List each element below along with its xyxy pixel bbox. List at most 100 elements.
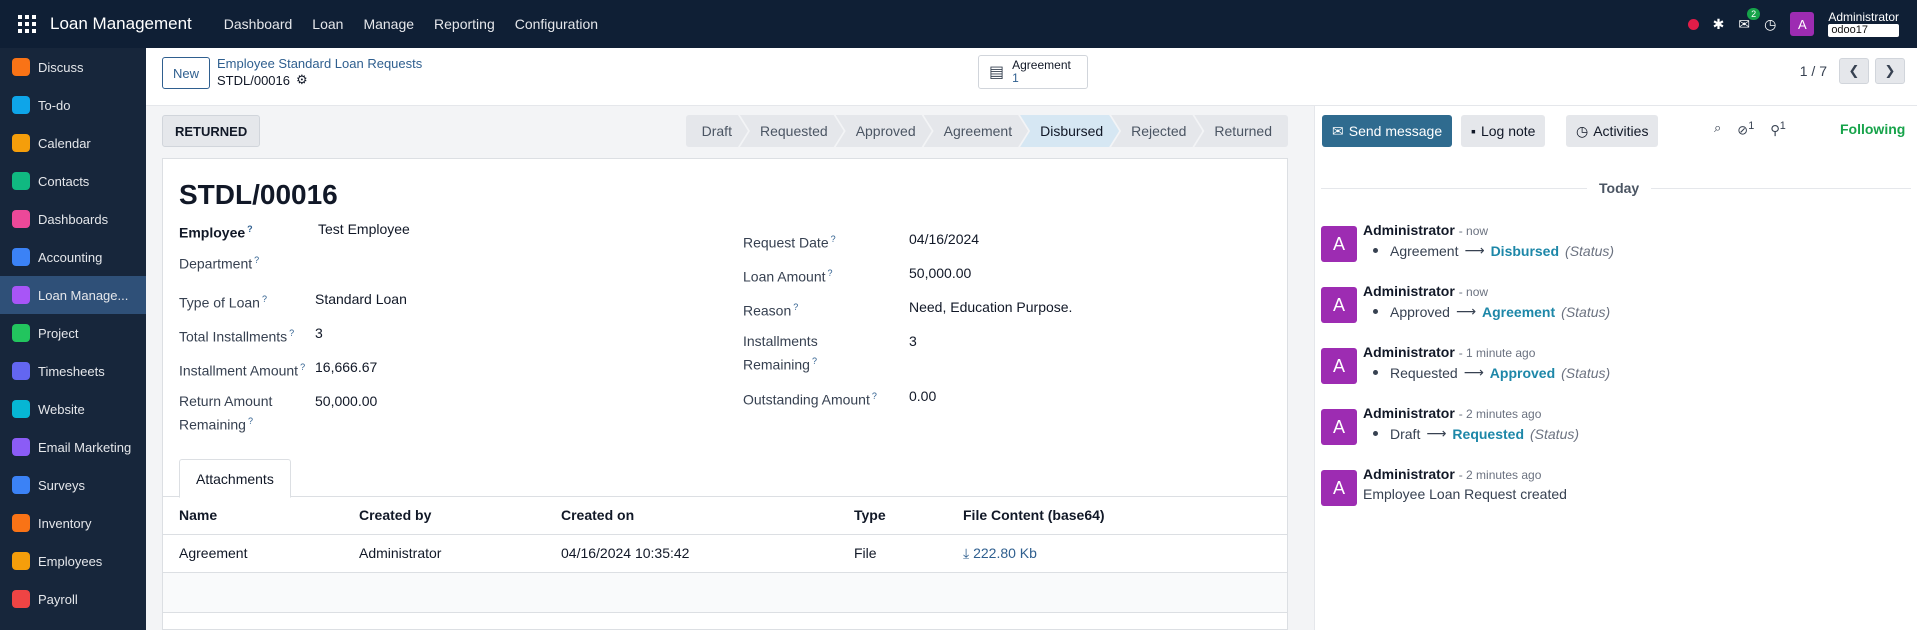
- menu-manage[interactable]: Manage: [353, 16, 424, 32]
- help-icon[interactable]: ?: [828, 268, 833, 278]
- author-avatar[interactable]: A: [1321, 287, 1357, 323]
- help-icon[interactable]: ?: [300, 362, 305, 372]
- menu-configuration[interactable]: Configuration: [505, 16, 608, 32]
- sidebar-item[interactable]: Website: [0, 390, 146, 428]
- tracked-field: (Status): [1561, 364, 1611, 381]
- help-icon[interactable]: ?: [793, 302, 798, 312]
- author-name[interactable]: Administrator: [1363, 344, 1455, 360]
- reason-value[interactable]: Need, Education Purpose.: [909, 297, 1072, 317]
- sidebar-item[interactable]: Loan Manage...: [0, 276, 146, 314]
- paperclip-icon[interactable]: ⊘1: [1737, 120, 1754, 138]
- stage-returned[interactable]: Returned: [1194, 115, 1288, 147]
- help-icon[interactable]: ?: [254, 255, 259, 265]
- app-grid-icon[interactable]: [18, 15, 36, 33]
- chat-icon[interactable]: ✉ 2: [1738, 7, 1761, 33]
- sidebar-item[interactable]: Surveys: [0, 466, 146, 504]
- help-icon[interactable]: ?: [247, 224, 253, 234]
- sidebar-item[interactable]: Timesheets: [0, 352, 146, 390]
- loan-amount-value[interactable]: 50,000.00: [909, 263, 971, 283]
- chatter-message[interactable]: A Administrator - 1 minute ago Requested ⟶ A…: [1321, 344, 1911, 394]
- sidebar-item[interactable]: Contacts: [0, 162, 146, 200]
- author-avatar[interactable]: A: [1321, 348, 1357, 384]
- menu-loan[interactable]: Loan: [302, 16, 353, 32]
- new-button[interactable]: New: [162, 57, 211, 89]
- column-name[interactable]: Name: [179, 507, 217, 523]
- chatter-message[interactable]: A Administrator - 2 minutes ago Employee L…: [1321, 466, 1911, 516]
- column-type[interactable]: Type: [854, 507, 886, 523]
- pager-next-button[interactable]: ❯: [1875, 58, 1905, 84]
- sidebar-item[interactable]: Inventory: [0, 504, 146, 542]
- help-icon[interactable]: ?: [812, 356, 817, 366]
- chatter-message[interactable]: A Administrator - now Approved ⟶ Agreement (S…: [1321, 283, 1911, 333]
- column-created-by[interactable]: Created by: [359, 507, 431, 523]
- new-value: Approved: [1489, 364, 1556, 381]
- sidebar-item[interactable]: Project: [0, 314, 146, 352]
- outstanding-amount-value[interactable]: 0.00: [909, 386, 936, 406]
- pager-previous-button[interactable]: ❮: [1839, 58, 1869, 84]
- sidebar-item[interactable]: Dashboards: [0, 200, 146, 238]
- return-amount-value[interactable]: 50,000.00: [315, 391, 377, 411]
- column-file-content[interactable]: File Content (base64): [963, 507, 1105, 523]
- activities-button[interactable]: ◷ Activities: [1566, 115, 1659, 147]
- stage-disbursed[interactable]: Disbursed: [1020, 115, 1119, 147]
- stage-agreement[interactable]: Agreement: [924, 115, 1028, 147]
- installment-amount-value[interactable]: 16,666.67: [315, 357, 377, 377]
- column-created-on[interactable]: Created on: [561, 507, 634, 523]
- send-message-button[interactable]: ✉ Send message: [1322, 115, 1453, 147]
- user-avatar[interactable]: A: [1790, 12, 1815, 36]
- chatter-message[interactable]: A Administrator - 2 minutes ago Draft ⟶ Requ…: [1321, 405, 1911, 455]
- author-avatar[interactable]: A: [1321, 409, 1357, 445]
- chatter-message[interactable]: A Administrator - now Agreement ⟶ Disbursed (…: [1321, 222, 1911, 272]
- download-link[interactable]: ⤓ 222.80 Kb: [963, 545, 1037, 562]
- pager-value[interactable]: 1 / 7: [1800, 63, 1827, 79]
- sidebar-item[interactable]: Discuss: [0, 48, 146, 86]
- stage-requested[interactable]: Requested: [740, 115, 844, 147]
- sidebar-item[interactable]: Calendar: [0, 124, 146, 162]
- log-note-button[interactable]: ▪ Log note: [1461, 115, 1546, 147]
- installments-remaining-value[interactable]: 3: [909, 331, 917, 351]
- help-icon[interactable]: ?: [248, 416, 253, 426]
- stage-draft[interactable]: Draft: [686, 115, 748, 147]
- returned-button[interactable]: RETURNED: [162, 115, 261, 147]
- record-indicator-icon[interactable]: [1687, 18, 1699, 30]
- author-name[interactable]: Administrator: [1363, 405, 1455, 421]
- field-label: Type of Loan?: [179, 289, 267, 313]
- menu-dashboard[interactable]: Dashboard: [214, 16, 303, 32]
- top-navbar: Loan Management Dashboard Loan Manage Re…: [0, 0, 1917, 48]
- search-icon[interactable]: ⌕: [1714, 120, 1721, 138]
- help-icon[interactable]: ?: [831, 234, 836, 244]
- menu-reporting[interactable]: Reporting: [424, 16, 505, 32]
- user-menu[interactable]: Administrator odoo17: [1828, 11, 1899, 37]
- table-row[interactable]: Agreement Administrator 04/16/2024 10:35…: [163, 535, 1287, 573]
- tab-attachments[interactable]: Attachments: [179, 459, 291, 498]
- followers-icon[interactable]: ⚲1: [1770, 120, 1786, 138]
- total-installments-value[interactable]: 3: [315, 323, 323, 343]
- sidebar-item[interactable]: Payroll: [0, 580, 146, 618]
- app-brand[interactable]: Loan Management: [50, 14, 192, 34]
- author-name[interactable]: Administrator: [1363, 283, 1455, 299]
- field-department: Department?: [179, 250, 619, 272]
- author-avatar[interactable]: A: [1321, 226, 1357, 262]
- stage-approved[interactable]: Approved: [836, 115, 932, 147]
- bug-icon[interactable]: ✱: [1713, 16, 1725, 33]
- sidebar-item[interactable]: Accounting: [0, 238, 146, 276]
- author-avatar[interactable]: A: [1321, 470, 1357, 506]
- following-button[interactable]: Following: [1840, 121, 1905, 137]
- stage-rejected[interactable]: Rejected: [1111, 115, 1202, 147]
- type-of-loan-value[interactable]: Standard Loan: [315, 289, 407, 309]
- sidebar-item[interactable]: To-do: [0, 86, 146, 124]
- employee-value[interactable]: Test Employee: [318, 219, 410, 239]
- help-icon[interactable]: ?: [872, 391, 877, 401]
- sidebar-item[interactable]: Employees: [0, 542, 146, 580]
- gear-icon[interactable]: ⚙: [296, 72, 308, 88]
- help-icon[interactable]: ?: [262, 294, 267, 304]
- field-label: Loan Amount?: [743, 263, 833, 287]
- request-date-value[interactable]: 04/16/2024: [909, 229, 979, 249]
- breadcrumb-parent[interactable]: Employee Standard Loan Requests: [217, 56, 422, 71]
- author-name[interactable]: Administrator: [1363, 222, 1455, 238]
- author-name[interactable]: Administrator: [1363, 466, 1455, 482]
- help-icon[interactable]: ?: [289, 328, 294, 338]
- clock-icon[interactable]: ◷: [1764, 16, 1776, 33]
- sidebar-item[interactable]: Email Marketing: [0, 428, 146, 466]
- agreement-smart-button[interactable]: ▤ Agreement 1: [978, 55, 1088, 89]
